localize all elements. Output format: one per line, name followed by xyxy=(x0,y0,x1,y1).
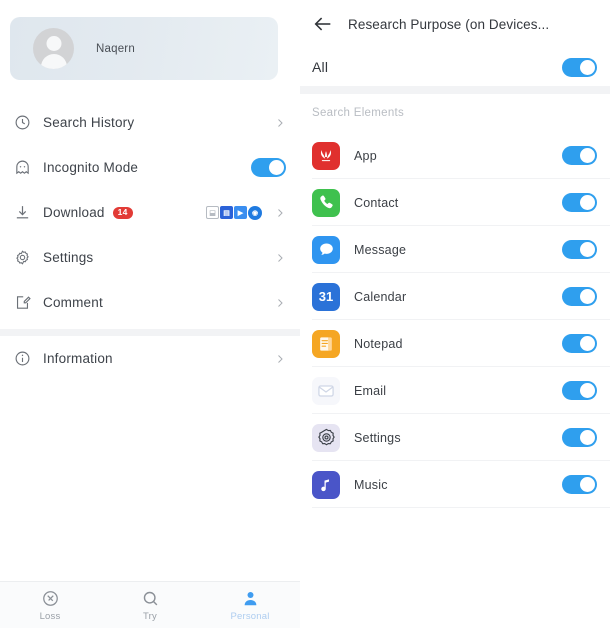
nav-tab-loss[interactable]: Loss xyxy=(0,582,100,628)
app-label: Calendar xyxy=(354,289,407,304)
download-mini-icon-3: ▶ xyxy=(234,206,247,219)
app-label: App xyxy=(354,148,377,163)
menu-item-label: Information xyxy=(43,351,113,366)
bottom-navigation-bar: Loss Try Personal xyxy=(0,581,300,628)
profile-name: Naqern xyxy=(96,42,135,55)
download-mini-icon-2: ▤ xyxy=(220,206,233,219)
chevron-right-icon xyxy=(274,117,286,129)
page-title: Research Purpose (on Devices... xyxy=(348,16,550,32)
back-arrow-icon[interactable] xyxy=(312,13,334,35)
search-icon xyxy=(141,589,160,608)
app-row-notepad[interactable]: Notepad xyxy=(300,320,610,367)
section-title: Search Elements xyxy=(312,107,405,119)
compass-icon xyxy=(41,589,60,608)
message-bubble-icon xyxy=(312,235,340,264)
menu-item-label: Comment xyxy=(43,295,103,310)
menu-item-label: Download xyxy=(43,205,105,220)
app-toggle[interactable] xyxy=(562,334,597,353)
incognito-mode-toggle[interactable] xyxy=(251,158,286,177)
notepad-icon xyxy=(312,329,340,358)
app-toggle[interactable] xyxy=(562,146,597,165)
person-icon xyxy=(241,589,260,608)
ghost-icon xyxy=(13,159,31,177)
menu-item-label: Incognito Mode xyxy=(43,160,139,175)
menu-item-incognito-mode[interactable]: Incognito Mode xyxy=(0,145,300,190)
menu-item-search-history[interactable]: Search History xyxy=(0,100,300,145)
app-row-contact[interactable]: Contact xyxy=(300,179,610,226)
nav-tab-label: Personal xyxy=(230,610,270,622)
menu-item-information[interactable]: Information xyxy=(0,336,300,381)
right-panel: Research Purpose (on Devices... All Sear… xyxy=(300,0,610,628)
app-row-app[interactable]: App xyxy=(300,132,610,179)
app-label: Message xyxy=(354,242,407,257)
app-toggle[interactable] xyxy=(562,475,597,494)
download-count-badge: 14 xyxy=(112,206,133,219)
chevron-right-icon xyxy=(274,252,286,264)
user-avatar-icon xyxy=(33,28,74,69)
menu-item-label: Settings xyxy=(43,250,94,265)
app-toggle[interactable] xyxy=(562,428,597,447)
nav-tab-label: Try xyxy=(143,610,157,622)
nav-tab-try[interactable]: Try xyxy=(100,582,200,628)
download-mini-icon-1: ⬓ xyxy=(206,206,219,219)
app-row-email[interactable]: Email xyxy=(300,367,610,414)
left-panel: Naqern Search History Incognito Mode Dow… xyxy=(0,0,300,628)
download-mini-icon-4: ◉ xyxy=(248,205,262,220)
app-toggle[interactable] xyxy=(562,381,597,400)
menu-item-label: Search History xyxy=(43,115,135,130)
profile-card[interactable]: Naqern xyxy=(10,17,278,80)
menu-item-download[interactable]: Download 14 ⬓ ▤ ▶ ◉ xyxy=(0,190,300,235)
app-row-music[interactable]: Music xyxy=(300,461,610,508)
all-label: All xyxy=(312,59,329,75)
menu-item-comment[interactable]: Comment xyxy=(0,280,300,325)
calendar-icon: 31 xyxy=(312,282,340,311)
nav-tab-personal[interactable]: Personal xyxy=(200,582,300,628)
settings-gear-icon xyxy=(312,423,340,452)
section-divider xyxy=(300,86,610,94)
app-label: Settings xyxy=(354,430,401,445)
app-row-settings[interactable]: Settings xyxy=(300,414,610,461)
app-label: Notepad xyxy=(354,336,403,351)
all-toggle-row[interactable]: All xyxy=(300,48,610,86)
all-toggle[interactable] xyxy=(562,57,597,77)
phone-contact-icon xyxy=(312,188,340,217)
app-label: Contact xyxy=(354,195,399,210)
chevron-right-icon xyxy=(274,297,286,309)
info-icon xyxy=(13,350,31,368)
app-row-message[interactable]: Message xyxy=(300,226,610,273)
clock-icon xyxy=(13,114,31,132)
app-row-calendar[interactable]: 31 Calendar xyxy=(300,273,610,320)
menu-section-divider xyxy=(0,329,300,336)
app-screen: Naqern Search History Incognito Mode Dow… xyxy=(0,0,610,628)
nav-tab-label: Loss xyxy=(39,610,61,622)
chevron-right-icon xyxy=(274,207,286,219)
email-envelope-icon xyxy=(312,376,340,405)
huawei-app-icon xyxy=(312,141,340,170)
download-app-icons: ⬓ ▤ ▶ ◉ xyxy=(206,205,262,220)
settings-menu: Search History Incognito Mode Download 1… xyxy=(0,100,300,325)
gear-icon xyxy=(13,249,31,267)
panel-header: Research Purpose (on Devices... xyxy=(300,0,610,48)
app-toggle[interactable] xyxy=(562,287,597,306)
menu-item-settings[interactable]: Settings xyxy=(0,235,300,280)
download-icon xyxy=(13,204,31,222)
chevron-right-icon xyxy=(274,353,286,365)
app-toggle[interactable] xyxy=(562,240,597,259)
music-note-icon xyxy=(312,470,340,499)
app-label: Music xyxy=(354,477,388,492)
app-label: Email xyxy=(354,383,387,398)
app-toggle[interactable] xyxy=(562,193,597,212)
comment-edit-icon xyxy=(13,294,31,312)
